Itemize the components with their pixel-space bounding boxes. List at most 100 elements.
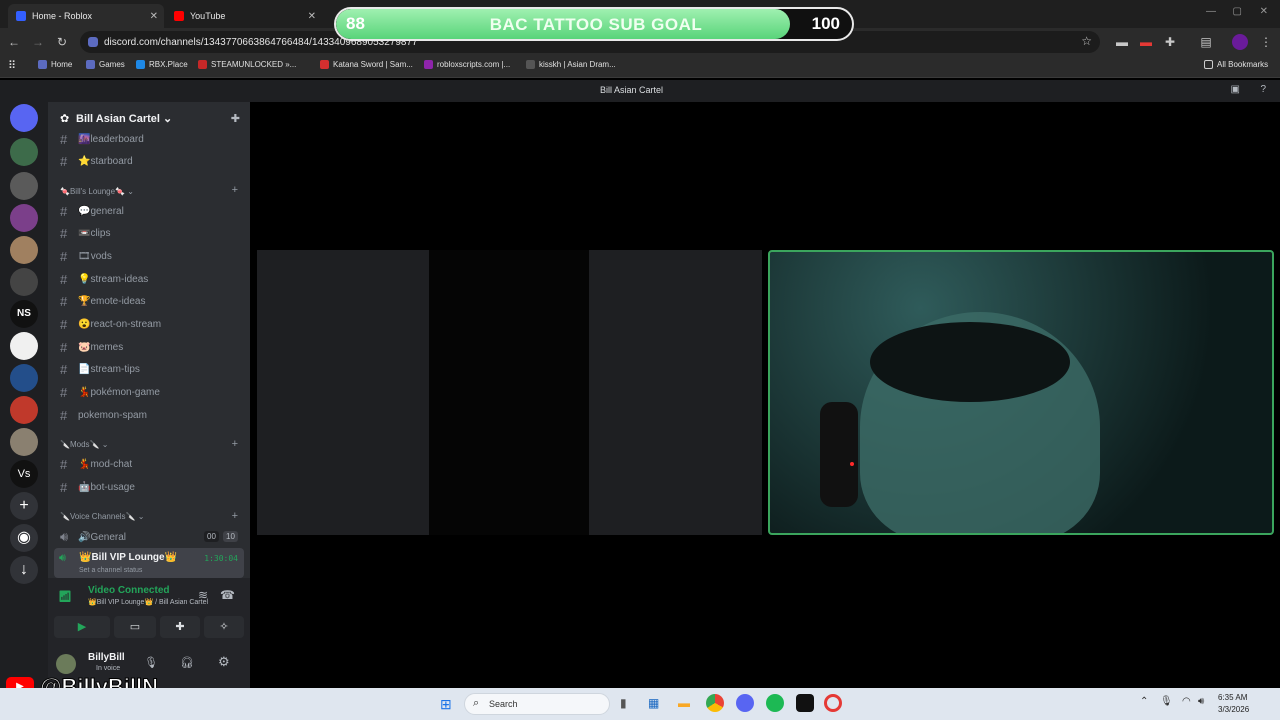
channel-starboard[interactable]: # ⭐starboard <box>60 154 133 169</box>
channel-stream-tips[interactable]: # 📄stream-tips <box>60 362 140 377</box>
bookmark-rbxplace[interactable]: RBX.Place <box>136 60 188 69</box>
chevron-up-icon[interactable]: ⌃ <box>1140 696 1148 707</box>
category-lounge[interactable]: 🍬Bill's Lounge🍬 ⌄ <box>60 187 134 196</box>
opera-icon[interactable] <box>824 694 842 712</box>
add-channel-icon[interactable]: + <box>232 184 238 196</box>
chrome-icon[interactable] <box>706 694 724 712</box>
channel-bot-usage[interactable]: # 🤖bot-usage <box>60 480 135 495</box>
channel-emote-ideas[interactable]: # 🏆emote-ideas <box>60 294 145 309</box>
profile-avatar[interactable] <box>1232 34 1248 50</box>
close-icon[interactable]: ✕ <box>308 11 316 22</box>
gear-icon[interactable]: ⚙ <box>218 654 230 670</box>
server-icon[interactable] <box>10 268 38 296</box>
bookmark-steamunlocked[interactable]: STEAMUNLOCKED »... <box>198 60 296 69</box>
bookmark-games[interactable]: Games <box>86 60 125 69</box>
camera-button[interactable]: ▶ <box>54 616 110 638</box>
screenshare-button[interactable]: ▭ <box>114 616 156 638</box>
sidepanel-icon[interactable]: ▤ <box>1198 34 1214 50</box>
server-icon[interactable]: Vs <box>10 460 38 488</box>
category-voice[interactable]: 🔪Voice Channels🔪 ⌄ <box>60 512 144 521</box>
channel-pokemon-game[interactable]: # 💃pokémon-game <box>60 385 160 400</box>
noise-suppression-icon[interactable]: ≋ <box>198 588 208 602</box>
extension-red-icon[interactable]: ▬ <box>1138 34 1154 50</box>
mouse-app-icon[interactable]: ▮ <box>620 696 627 710</box>
server-icon[interactable] <box>10 204 38 232</box>
video-tile[interactable] <box>257 250 429 535</box>
store-icon[interactable]: ▦ <box>648 696 659 710</box>
channel-vods[interactable]: # 🎞vods <box>60 249 112 264</box>
taskbar-search[interactable]: ⌕ Search <box>464 693 610 715</box>
wifi-icon[interactable]: ◠ <box>1182 696 1191 707</box>
channel-mod-chat[interactable]: # 💃mod-chat <box>60 457 132 472</box>
channel-leaderboard[interactable]: # 🌆leaderboard <box>60 132 144 147</box>
disconnect-icon[interactable]: ☎ <box>220 588 235 602</box>
discord-icon[interactable] <box>736 694 754 712</box>
site-info-icon[interactable] <box>88 37 98 47</box>
video-tile[interactable] <box>429 250 589 535</box>
extension-icon[interactable]: ▬ <box>1114 34 1130 50</box>
server-icon[interactable] <box>10 172 38 200</box>
server-icon[interactable] <box>10 396 38 424</box>
server-icon[interactable] <box>10 364 38 392</box>
download-icon[interactable]: ↓ <box>10 556 38 584</box>
channel-status[interactable]: Set a channel status <box>79 567 142 574</box>
connection-location[interactable]: 👑Bill VIP Lounge👑 / Bill Asian Cartel <box>88 598 208 606</box>
microphone-icon[interactable]: 🎙︎ <box>1160 696 1173 707</box>
back-icon[interactable]: ← <box>6 34 22 50</box>
all-bookmarks[interactable]: All Bookmarks <box>1204 60 1268 69</box>
server-icon[interactable]: NS <box>10 300 38 328</box>
minimize-icon[interactable]: — <box>1206 6 1216 17</box>
channel-react-on-stream[interactable]: # 😮react-on-stream <box>60 317 161 332</box>
soundboard-button[interactable]: ✧ <box>204 616 244 638</box>
server-icon[interactable] <box>10 332 38 360</box>
bookmark-home[interactable]: Home <box>38 60 72 69</box>
webcam-video-tile[interactable] <box>768 250 1274 535</box>
invite-icon[interactable]: ✚ <box>231 112 240 125</box>
maximize-icon[interactable]: ▢ <box>1233 6 1242 17</box>
menu-icon[interactable]: ⋮ <box>1258 34 1274 50</box>
reload-icon[interactable]: ↻ <box>54 34 70 50</box>
add-channel-icon[interactable]: + <box>232 438 238 450</box>
window-close-icon[interactable]: ✕ <box>1260 6 1268 17</box>
tab-youtube[interactable]: YouTube ✕ <box>166 4 322 28</box>
activities-button[interactable]: ✚ <box>160 616 200 638</box>
server-icon[interactable] <box>10 428 38 456</box>
volume-icon[interactable]: 🔊︎ <box>1198 696 1204 707</box>
channel-memes[interactable]: # 🐷memes <box>60 340 123 355</box>
avatar[interactable] <box>56 654 76 674</box>
apps-icon[interactable]: ⠿ <box>8 59 16 72</box>
microphone-icon[interactable]: 🎙︎ <box>144 656 158 669</box>
tab-roblox[interactable]: Home - Roblox ✕ <box>8 4 164 28</box>
channel-clips[interactable]: # 📼clips <box>60 226 110 241</box>
close-icon[interactable]: ✕ <box>150 11 158 22</box>
bookmark-kisskh[interactable]: kisskh | Asian Dram... <box>526 60 616 69</box>
channel-general[interactable]: # 💬general <box>60 204 124 219</box>
puzzle-icon[interactable]: ✚ <box>1162 34 1178 50</box>
inbox-icon[interactable]: ▣ <box>1231 84 1240 95</box>
server-icon[interactable] <box>10 138 38 166</box>
spotify-icon[interactable] <box>766 694 784 712</box>
discord-home-icon[interactable] <box>10 104 38 132</box>
clock-date[interactable]: 3/3/2026 <box>1218 705 1249 714</box>
start-icon[interactable]: ⊞ <box>440 696 452 713</box>
server-name[interactable]: Bill Asian Cartel ⌄ <box>76 112 172 125</box>
add-channel-icon[interactable]: + <box>232 510 238 522</box>
headphones-icon[interactable]: 🎧︎ <box>180 656 194 669</box>
folder-icon[interactable]: ▬ <box>678 696 690 710</box>
bookmark-star-icon[interactable]: ☆ <box>1081 34 1092 48</box>
bookmark-katana[interactable]: Katana Sword | Sam... <box>320 60 413 69</box>
help-icon[interactable]: ? <box>1260 84 1266 95</box>
channel-stream-ideas[interactable]: # 💡stream-ideas <box>60 272 148 287</box>
bookmark-robloxscripts[interactable]: robloxscripts.com |... <box>424 60 510 69</box>
clock-time[interactable]: 6:35 AM <box>1218 693 1247 702</box>
channel-pokemon-spam[interactable]: # pokemon-spam <box>60 408 147 423</box>
explore-icon[interactable]: ◉ <box>10 524 38 552</box>
forward-icon[interactable]: → <box>30 34 46 50</box>
category-mods[interactable]: 🔪Mods🔪 ⌄ <box>60 440 108 449</box>
add-server-icon[interactable]: + <box>10 492 38 520</box>
voice-channel-vip-lounge[interactable]: 🔊︎ 👑Bill VIP Lounge👑 1:30:04 Set a chann… <box>54 548 244 578</box>
app-icon[interactable] <box>796 694 814 712</box>
server-icon[interactable] <box>10 236 38 264</box>
voice-channel-general[interactable]: 🔊︎ 🔊General <box>60 529 126 545</box>
video-tile[interactable] <box>589 250 762 535</box>
